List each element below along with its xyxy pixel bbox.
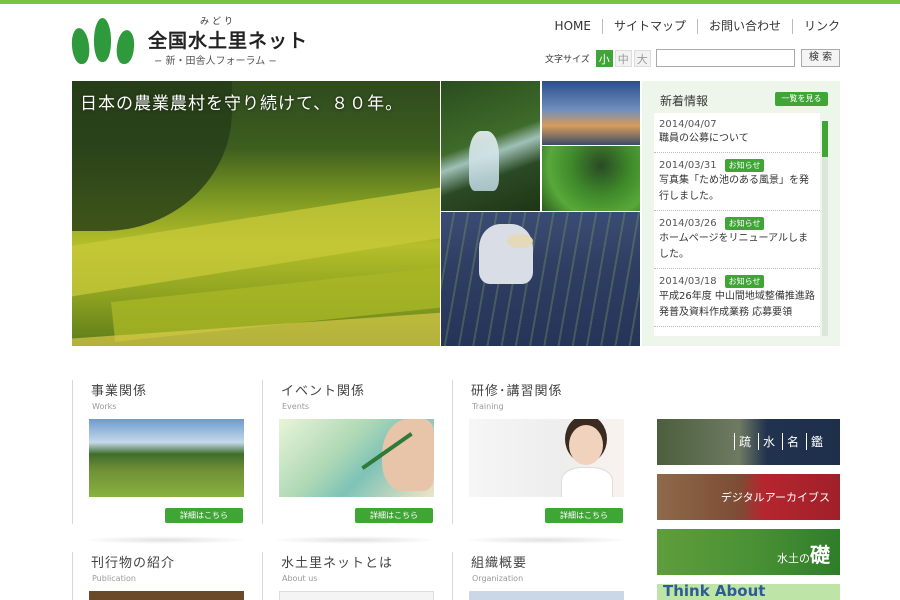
nav-sitemap[interactable]: サイトマップ — [601, 19, 697, 34]
site-name: 全国水土里ネット — [148, 30, 309, 52]
font-size-switcher: 文字サイズ 小 中 大 — [545, 50, 653, 67]
nav-home[interactable]: HOME — [544, 19, 602, 34]
card-subtitle: About us — [282, 574, 318, 583]
waterfall-shape — [469, 131, 499, 191]
news-item[interactable]: 2014/03/26 お知らせ ホームページをリニューアルしました。 — [654, 211, 820, 269]
card-shadow — [460, 536, 630, 544]
card-image-publication[interactable] — [89, 591, 244, 600]
banner-label: 水土の礎 — [777, 539, 830, 568]
farmer-hat — [507, 234, 533, 248]
news-list: 2014/04/07 職員の公募について 2014/03/31 お知らせ 写真集「… — [654, 113, 820, 336]
banner-think-about[interactable]: Think About — [657, 584, 840, 600]
banner-label: Think About — [663, 584, 766, 600]
card-title: 事業関係 — [91, 384, 148, 399]
news-title[interactable]: 写真集「ため池のある風景」を発行しました。 — [659, 173, 815, 205]
banner-sosui-meikan[interactable]: 疏水名鑑 — [657, 419, 840, 465]
news-panel: 新着情報 一覧を見る 2014/04/07 職員の公募について 2014/03/… — [642, 81, 840, 346]
news-scroll-thumb[interactable] — [822, 121, 828, 157]
site-logo[interactable]: みどり 全国水土里ネット − 新・田舎人フォーラム − — [70, 16, 312, 67]
news-date: 2014/04/07 — [659, 119, 717, 130]
font-size-small-button[interactable]: 小 — [595, 50, 613, 67]
news-item[interactable]: 2014/03/31 お知らせ 写真集「ため池のある風景」を発行しました。 — [654, 153, 820, 211]
card-shadow — [270, 536, 440, 544]
banner-suido-no-ishizue[interactable]: 水土の礎 — [657, 529, 840, 575]
card-title: 組織概要 — [471, 556, 528, 571]
font-size-label: 文字サイズ — [545, 55, 590, 65]
lecturer-body-shape — [561, 467, 613, 497]
card-image-painting[interactable] — [279, 419, 434, 497]
card-subtitle: Events — [282, 402, 310, 411]
news-date: 2014/03/18 — [659, 276, 717, 287]
news-title[interactable]: ホームページをリニューアルしました。 — [659, 231, 815, 263]
search-button[interactable]: 検 索 — [801, 49, 840, 67]
news-badge: お知らせ — [724, 275, 765, 288]
logo-leaf-icon — [70, 27, 91, 65]
banner-prefix: 水土の — [777, 552, 810, 565]
farmer-planting-photo — [441, 212, 640, 346]
card-image-about[interactable] — [279, 591, 434, 600]
banner-big-char: 礎 — [810, 543, 830, 567]
waterfall-photo — [441, 81, 540, 211]
banner-char: 名 — [781, 433, 806, 450]
sunset-paddy-photo — [542, 81, 640, 145]
card-subtitle: Publication — [92, 574, 136, 583]
news-item[interactable]: 2014/03/18 お知らせ 平成26年度 中山間地域整備推進路発普及資料作成業… — [654, 269, 820, 327]
card-about: 水土里ネットとは About us — [262, 552, 452, 600]
news-more-button[interactable]: 一覧を見る — [775, 92, 828, 106]
lecturer-face-shape — [569, 425, 603, 465]
banner-label: デジタルアーカイブス — [720, 491, 830, 504]
global-nav: HOME サイトマップ お問い合わせ リンク — [544, 19, 840, 34]
font-size-large-button[interactable]: 大 — [633, 50, 651, 67]
farmer-figure — [479, 224, 533, 284]
news-heading: 新着情報 — [660, 94, 709, 108]
card-shadow — [80, 536, 250, 544]
card-subtitle: Organization — [472, 574, 524, 583]
news-title[interactable]: 平成26年度 中山間地域整備推進路発普及資料作成業務 応募要領 — [659, 289, 815, 321]
news-badge: お知らせ — [724, 159, 765, 172]
hero-rice-terraces-image: 日本の農業農村を守り続けて、８０年。 — [72, 81, 440, 346]
card-events: イベント関係 Events 詳細はこちら — [262, 380, 452, 524]
card-title: 水土里ネットとは — [281, 556, 394, 571]
card-title: 研修･講習関係 — [471, 384, 563, 399]
news-scrollbar[interactable] — [822, 121, 828, 336]
hero-caption: 日本の農業農村を守り続けて、８０年。 — [80, 94, 404, 114]
card-detail-button[interactable]: 詳細はこちら — [355, 508, 433, 523]
news-title[interactable]: 職員の公募について — [659, 131, 815, 147]
mossy-tree-photo — [542, 146, 640, 211]
banner-char: 疏 — [733, 433, 758, 450]
card-publication: 刊行物の紹介 Publication — [72, 552, 262, 600]
card-organization: 組織概要 Organization — [452, 552, 642, 600]
banner-digital-archives[interactable]: デジタルアーカイブス — [657, 474, 840, 520]
card-works: 事業関係 Works 詳細はこちら — [72, 380, 262, 524]
news-date: 2014/03/26 — [659, 218, 717, 229]
paddy-rows-shape — [441, 212, 640, 346]
news-item[interactable]: 2014/04/07 職員の公募について — [654, 113, 820, 153]
nav-contact[interactable]: お問い合わせ — [696, 19, 792, 34]
logo-leaf-icon — [94, 18, 111, 62]
site-tagline: − 新・田舎人フォーラム − — [154, 56, 277, 67]
search-input[interactable] — [656, 49, 795, 67]
news-badge: お知らせ — [724, 217, 765, 230]
card-image-organization[interactable] — [469, 591, 624, 600]
card-subtitle: Works — [92, 402, 117, 411]
card-training: 研修･講習関係 Training 詳細はこちら — [452, 380, 642, 524]
card-subtitle: Training — [472, 402, 504, 411]
card-image-lecturer[interactable] — [469, 419, 624, 497]
font-size-medium-button[interactable]: 中 — [614, 50, 632, 67]
card-title: イベント関係 — [281, 384, 366, 399]
news-date: 2014/03/31 — [659, 160, 717, 171]
banner-char: 鑑 — [805, 433, 830, 450]
card-detail-button[interactable]: 詳細はこちら — [545, 508, 623, 523]
painting-hand-shape — [382, 419, 434, 491]
card-image-village[interactable] — [89, 419, 244, 497]
logo-leaf-icon — [115, 29, 136, 65]
card-detail-button[interactable]: 詳細はこちら — [165, 508, 243, 523]
top-accent-bar — [0, 0, 900, 4]
nav-links[interactable]: リンク — [791, 19, 840, 34]
card-title: 刊行物の紹介 — [91, 556, 176, 571]
banner-char: 水 — [757, 433, 782, 450]
banner-label: 疏水名鑑 — [733, 433, 830, 450]
